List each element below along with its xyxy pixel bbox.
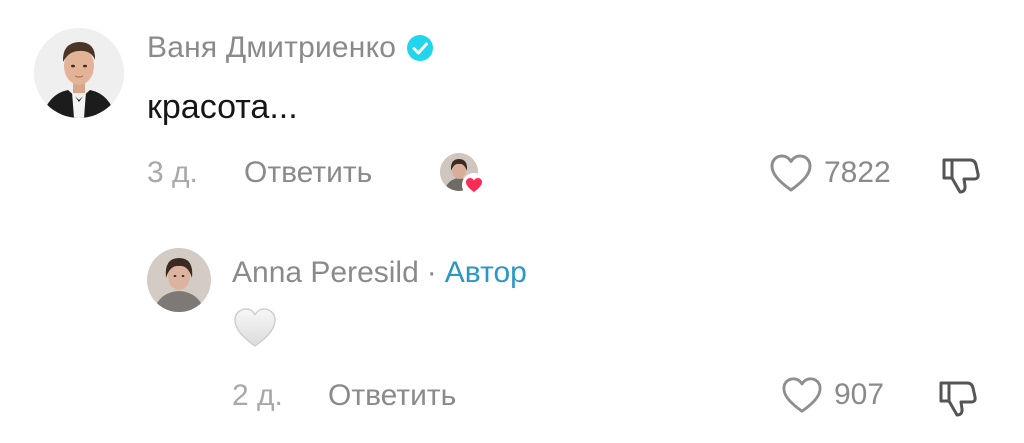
reply-author-avatar[interactable] [147,248,211,312]
liked-by-creator-indicator [440,153,486,197]
reply-username[interactable]: Anna Peresild [232,256,419,290]
reply-button[interactable]: Ответить [244,156,372,190]
reply-header: Anna Peresild · Автор [232,253,527,293]
thumb-down-icon [938,152,982,196]
comments-section: Ваня Дмитриенко красота... 3 д. Ответить [0,0,1024,443]
reply-to-reply-button[interactable]: Ответить [328,379,456,413]
commenter-header: Ваня Дмитриенко [147,28,434,68]
reply-dislike-button[interactable] [935,375,979,419]
reply-emoji-white-heart [232,306,278,350]
thumb-down-icon [935,375,979,419]
heart-outline-icon [768,152,814,194]
comment-timestamp: 3 д. [147,156,198,189]
separator-dot: · [426,256,437,289]
verified-check-icon [406,34,434,62]
heart-outline-icon [780,375,824,415]
comment-text: красота... [147,88,298,126]
reply-like-count: 907 [834,378,885,411]
dislike-button[interactable] [938,152,982,196]
reply-like-button[interactable]: 907 [780,375,884,415]
commenter-avatar[interactable] [34,28,124,118]
like-count: 7822 [824,156,891,189]
reply-timestamp: 2 д. [232,379,283,412]
commenter-username[interactable]: Ваня Дмитриенко [147,31,396,65]
like-button[interactable]: 7822 [768,152,891,194]
author-badge: Автор [444,256,527,289]
